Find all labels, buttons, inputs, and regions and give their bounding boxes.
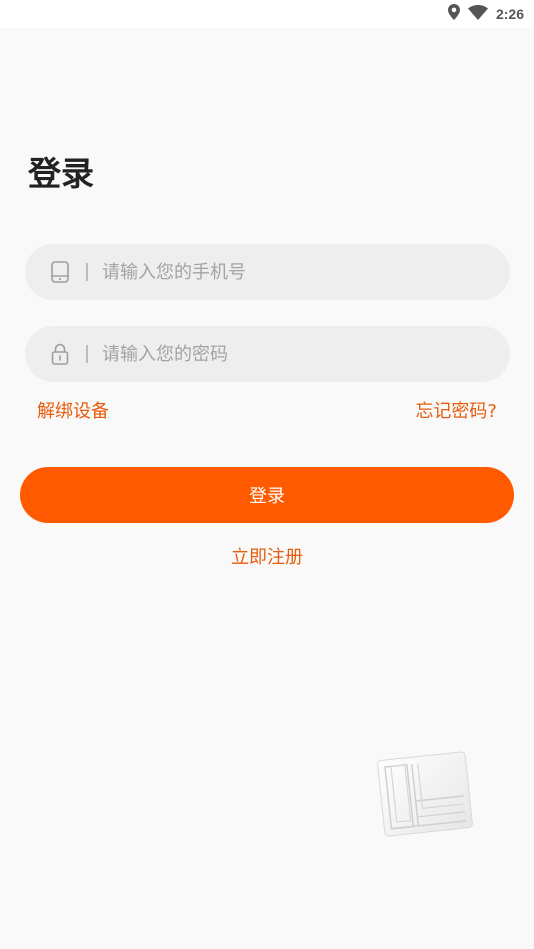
phone-field[interactable] bbox=[25, 244, 510, 300]
unbind-device-link[interactable]: 解绑设备 bbox=[37, 399, 109, 425]
field-divider bbox=[86, 345, 88, 363]
forgot-password-link[interactable]: 忘记密码? bbox=[415, 399, 497, 425]
floating-window-icon[interactable] bbox=[375, 748, 475, 840]
phone-input[interactable] bbox=[100, 251, 510, 293]
location-icon bbox=[447, 4, 460, 24]
phone-icon bbox=[50, 261, 70, 283]
status-bar: 2:26 bbox=[0, 0, 534, 28]
login-button[interactable]: 登录 bbox=[20, 467, 514, 523]
register-link[interactable]: 立即注册 bbox=[0, 545, 534, 571]
password-field[interactable] bbox=[25, 326, 510, 382]
field-divider bbox=[86, 263, 88, 281]
lock-icon bbox=[50, 343, 70, 365]
wifi-icon bbox=[467, 4, 488, 24]
status-icons: 2:26 bbox=[447, 4, 524, 24]
page-title: 登录 bbox=[28, 154, 94, 193]
password-input[interactable] bbox=[100, 333, 510, 375]
status-time: 2:26 bbox=[495, 6, 524, 22]
